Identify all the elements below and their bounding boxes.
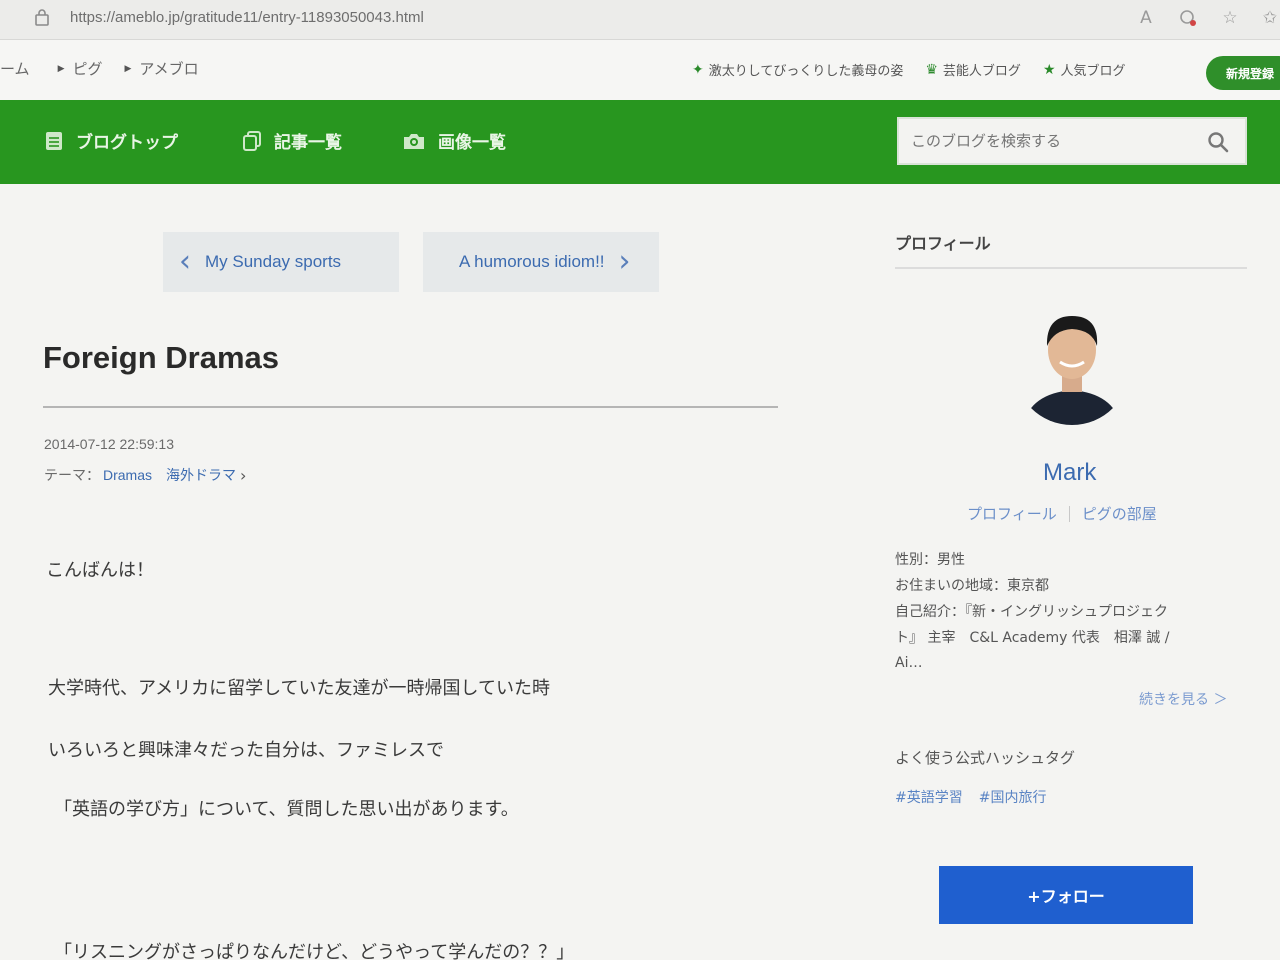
- profile-intro-line: Ai…: [895, 655, 923, 671]
- profile-links: プロフィール ピグの部屋: [967, 503, 1157, 524]
- chevron-right-icon: ›: [618, 244, 631, 279]
- article-title: Foreign Dramas: [43, 340, 280, 375]
- header-links: ✦ 激太りしてびっくりした義母の姿 ♛ 芸能人ブログ ★ 人気ブログ: [692, 60, 1148, 80]
- profile-region: お住まいの地域：東京都: [895, 578, 1049, 594]
- article-paragraph: 「リスニングがさっぱりなんだけど、どうやって学んだの？？」: [54, 942, 575, 960]
- next-article-link[interactable]: A humorous idiom!! ›: [423, 232, 659, 292]
- nav-image-list[interactable]: 画像一覧: [402, 128, 506, 153]
- read-aloud-icon[interactable]: A: [1134, 6, 1158, 30]
- search-icon[interactable]: [1207, 131, 1229, 153]
- signup-button[interactable]: 新規登録: [1206, 56, 1280, 90]
- chevron-left-icon: ‹: [179, 244, 191, 279]
- nav-article-list[interactable]: 記事一覧: [242, 128, 342, 153]
- profile-intro-line: ト』 主宰 C&L Academy 代表 相澤 誠 /: [895, 630, 1170, 646]
- theme-link[interactable]: Dramas: [103, 467, 152, 483]
- favorite-add-icon[interactable]: ☆: [1218, 6, 1242, 30]
- sparkle-icon: ✦: [692, 61, 704, 78]
- article-datetime: 2014-07-12 22:59:13: [44, 436, 174, 452]
- profile-link[interactable]: プロフィール: [967, 503, 1057, 524]
- theme-category-link[interactable]: 海外ドラマ: [166, 465, 236, 485]
- ameba-header: ーム ▶ ピグ ▶ アメブロ ✦ 激太りしてびっくりした義母の姿 ♛ 芸能人ブログ ★ 人…: [0, 40, 1280, 100]
- article-paragraph: こんばんは！: [46, 560, 154, 581]
- lock-icon: [35, 9, 49, 26]
- profile-intro-line: 自己紹介：『新・イングリッシュプロジェク: [895, 604, 1168, 620]
- hashtag-link[interactable]: #国内旅行: [979, 787, 1047, 807]
- profile-heading: プロフィール: [895, 234, 991, 253]
- breadcrumb-ameblo[interactable]: ▶ アメブロ: [125, 58, 199, 79]
- triangle-right-icon: ▶: [57, 63, 65, 74]
- article-paragraph: いろいろと興味津々だった自分は、ファミレスで: [48, 740, 444, 761]
- celebrity-blog-link[interactable]: ♛ 芸能人ブログ: [925, 60, 1021, 80]
- blog-search-input[interactable]: [911, 132, 1201, 150]
- avatar[interactable]: [1012, 302, 1132, 432]
- triangle-right-icon: ▶: [124, 63, 132, 74]
- blog-search-box: [897, 117, 1247, 165]
- chevron-right-icon: ›: [240, 465, 247, 485]
- hashtag-list: #英語学習 #国内旅行: [895, 787, 1062, 807]
- browser-toolbar-icons: A ☆ ✩: [1134, 6, 1280, 30]
- camera-icon: [404, 133, 424, 149]
- article-paragraph: 大学時代、アメリカに留学していた友達が一時帰国していた時: [48, 678, 551, 699]
- document-icon: [46, 131, 62, 150]
- pigg-room-link[interactable]: ピグの部屋: [1082, 503, 1157, 524]
- breadcrumb: ーム ▶ ピグ ▶ アメブロ: [0, 58, 221, 79]
- read-more-link[interactable]: 続きを見る ＞: [1139, 689, 1227, 709]
- favorites-icon[interactable]: ✩: [1260, 6, 1280, 30]
- prev-article-link[interactable]: ‹ My Sunday sports: [163, 232, 399, 292]
- nav-blog-top[interactable]: ブログトップ: [44, 128, 178, 153]
- profile-name[interactable]: Mark: [1043, 459, 1096, 487]
- profile-gender: 性別：男性: [895, 552, 965, 568]
- theme-prefix: テーマ：: [44, 468, 100, 484]
- trending-article-link[interactable]: ✦ 激太りしてびっくりした義母の姿: [692, 60, 903, 80]
- star-icon: ★: [1042, 61, 1056, 78]
- hashtags-heading: よく使う公式ハッシュタグ: [895, 749, 1076, 767]
- url-text[interactable]: https://ameblo.jp/gratitude11/entry-1189…: [70, 9, 424, 26]
- extension-icon[interactable]: [1176, 6, 1200, 30]
- breadcrumb-pigg[interactable]: ▶ ピグ: [58, 58, 103, 79]
- article-paragraph: 「英語の学び方」について、質問した思い出があります。: [54, 799, 519, 820]
- hashtag-link[interactable]: #英語学習: [895, 787, 963, 807]
- breadcrumb-home[interactable]: ーム: [0, 58, 30, 79]
- title-divider: [43, 406, 778, 408]
- link-separator: [1068, 505, 1070, 522]
- article-theme: テーマ： Dramas 海外ドラマ ›: [44, 465, 246, 485]
- follow-button[interactable]: +フォロー: [939, 866, 1193, 924]
- copy-pages-icon: [243, 130, 261, 151]
- browser-address-bar: https://ameblo.jp/gratitude11/entry-1189…: [0, 0, 1280, 40]
- blog-nav-bar: ブログトップ 記事一覧 画像一覧: [0, 100, 1280, 184]
- crown-icon: ♛: [925, 61, 938, 78]
- popular-blog-link[interactable]: ★ 人気ブログ: [1042, 60, 1126, 80]
- profile-divider: [895, 267, 1247, 269]
